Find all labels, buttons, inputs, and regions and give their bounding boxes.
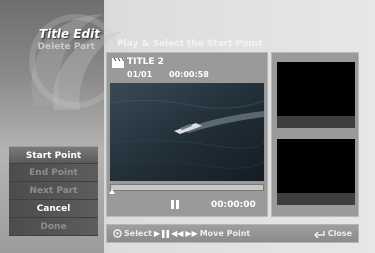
title-length: 00:00:58 — [169, 70, 209, 79]
preview-frame: TITLE 2 01/01 00:00:58 00:00:00 — [106, 52, 268, 217]
help-close-label: Close — [327, 229, 352, 238]
boat-scene-image — [110, 83, 264, 181]
next-part-button[interactable]: Next Part — [9, 182, 98, 200]
return-icon — [313, 230, 325, 238]
chapter-counter: 01/01 — [127, 70, 153, 79]
help-right-group: Close — [313, 229, 352, 238]
fast-forward-icon: ▶▶ — [185, 229, 198, 238]
select-dial-icon — [113, 229, 122, 238]
title-name: TITLE 2 — [127, 57, 164, 67]
cancel-button[interactable]: Cancel — [9, 200, 98, 218]
help-bar: Select ▶ ◀◀ ▶▶ Move Point Close — [106, 224, 359, 243]
pause-icon — [171, 200, 179, 209]
start-point-thumbnail — [277, 62, 355, 128]
help-left-group: Select ▶ ◀◀ ▶▶ Move Point — [113, 229, 250, 238]
thumbnail-panel — [271, 52, 359, 217]
title-edit-screen: Title Edit Delete Part Start Point End P… — [0, 0, 375, 253]
play-time: 00:00:00 — [211, 200, 256, 210]
position-progress-bar[interactable] — [110, 184, 264, 191]
start-marker-icon — [109, 189, 115, 194]
end-point-button[interactable]: End Point — [9, 164, 98, 182]
menu-title: Title Edit — [38, 27, 100, 41]
instruction-text: Play & Select the Start Point — [117, 39, 263, 49]
end-point-thumbnail — [277, 139, 355, 205]
help-select-label: Select — [124, 229, 152, 238]
video-preview — [110, 83, 264, 181]
edit-menu: Start Point End Point Next Part Cancel D… — [9, 146, 98, 236]
play-icon: ▶ — [153, 229, 161, 238]
start-point-button[interactable]: Start Point — [9, 146, 98, 164]
clapperboard-icon — [112, 58, 124, 68]
help-move-label: Move Point — [199, 229, 251, 238]
menu-subtitle: Delete Part — [37, 42, 95, 52]
done-button[interactable]: Done — [9, 218, 98, 236]
pause-small-icon — [162, 229, 170, 238]
rewind-icon: ◀◀ — [171, 229, 184, 238]
